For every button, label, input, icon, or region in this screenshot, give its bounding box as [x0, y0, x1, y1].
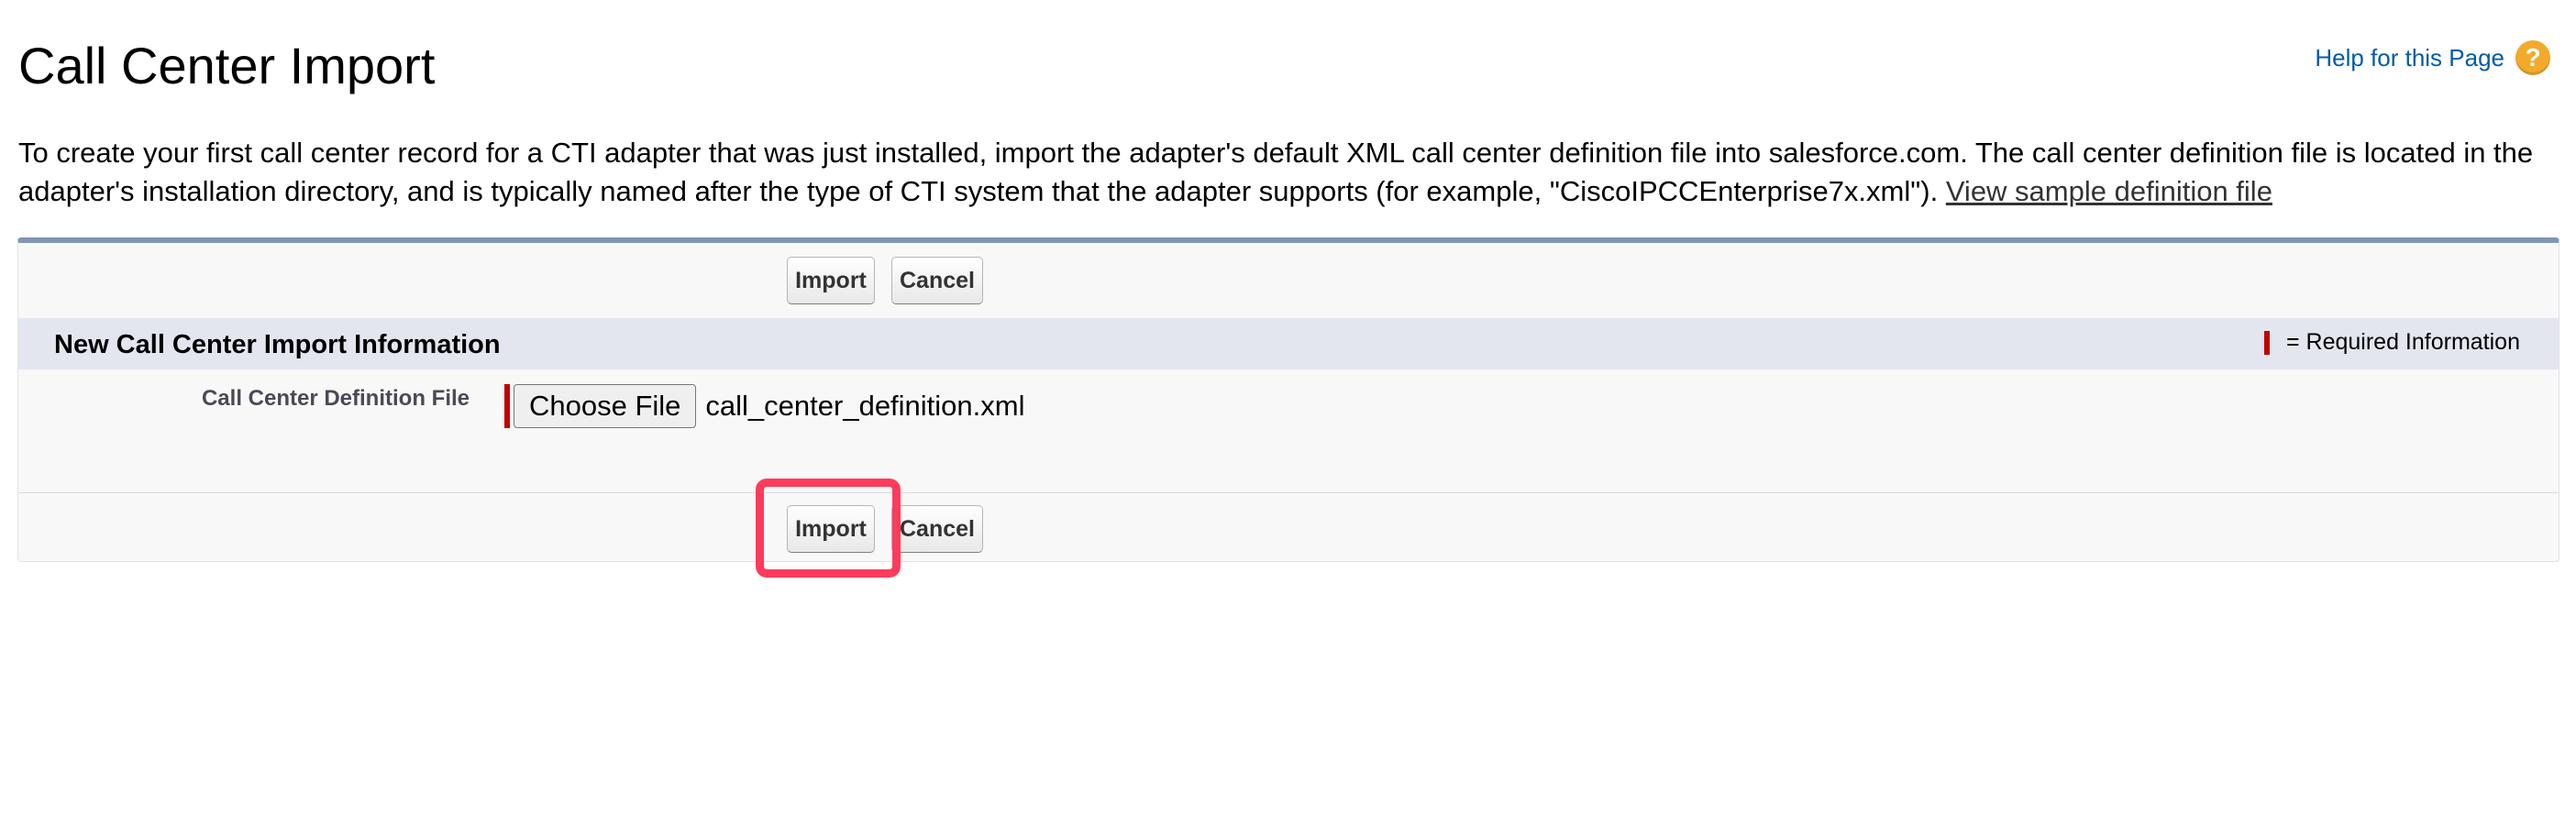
intro-paragraph: To create your first call center record …: [18, 134, 2549, 211]
required-marker-icon: [2263, 330, 2270, 355]
cancel-button-top[interactable]: Cancel: [891, 257, 983, 304]
definition-file-label: Call Center Definition File: [201, 386, 470, 411]
cancel-button-bottom[interactable]: Cancel: [891, 505, 983, 553]
required-legend: = Required Information: [2263, 329, 2520, 356]
page-title: Call Center Import: [18, 37, 436, 94]
view-sample-definition-link[interactable]: View sample definition file: [1946, 175, 2272, 207]
bottom-button-row: Import Cancel: [18, 492, 2559, 563]
section-header: New Call Center Import Information = Req…: [18, 318, 2559, 369]
definition-file-row: Call Center Definition File Choose File …: [18, 369, 2559, 492]
help-link-label: Help for this Page: [2315, 43, 2504, 72]
import-form-panel: Import Cancel New Call Center Import Inf…: [17, 237, 2559, 562]
selected-file-name: call_center_definition.xml: [705, 390, 1025, 422]
help-question-icon: ?: [2515, 40, 2550, 75]
help-link[interactable]: Help for this Page ?: [2315, 40, 2550, 75]
top-button-row: Import Cancel: [18, 243, 2559, 319]
import-button-top[interactable]: Import: [787, 257, 875, 304]
choose-file-button[interactable]: Choose File: [514, 384, 697, 428]
required-legend-label: = Required Information: [2285, 329, 2520, 355]
import-button-bottom[interactable]: Import: [787, 505, 875, 553]
required-marker-icon: [504, 384, 510, 428]
definition-file-input: Choose File call_center_definition.xml: [504, 384, 1025, 428]
section-title: New Call Center Import Information: [54, 330, 501, 359]
